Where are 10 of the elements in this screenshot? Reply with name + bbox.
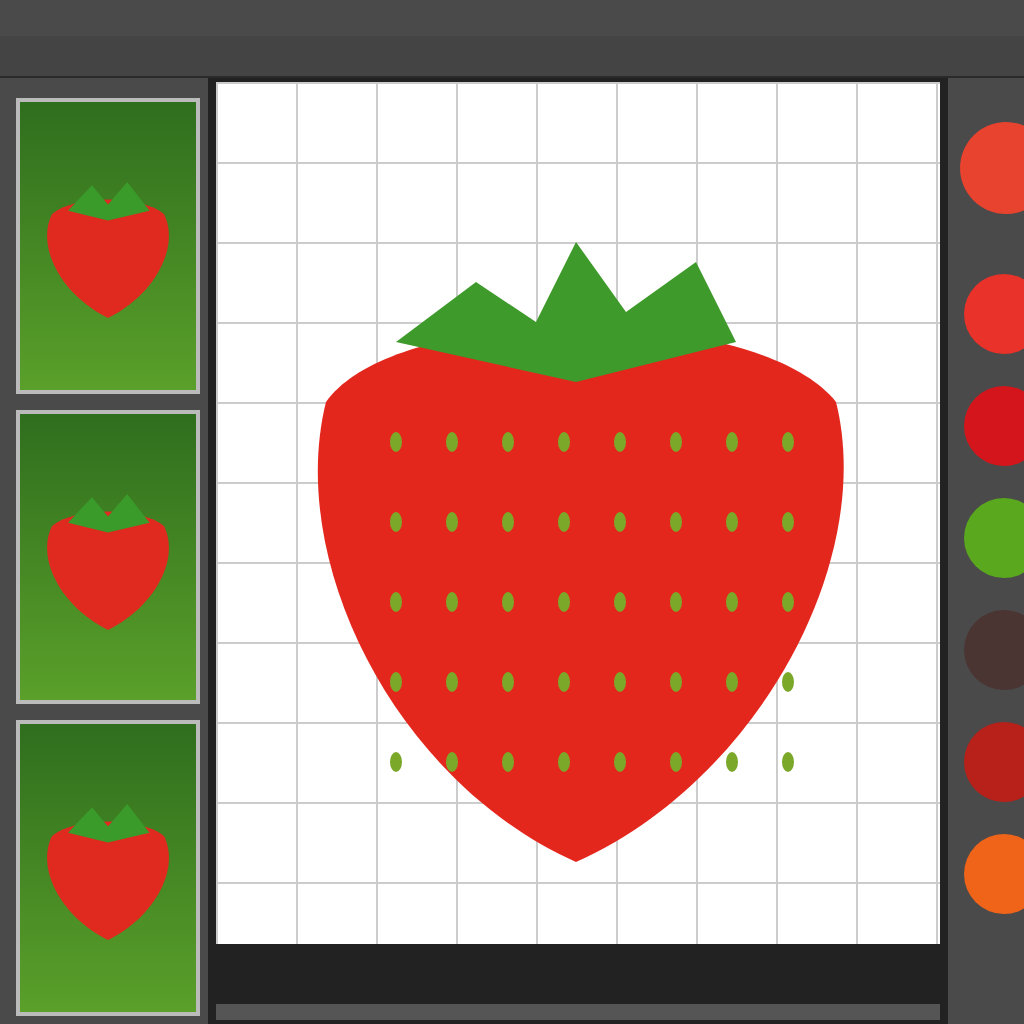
strawberry-thumbnail[interactable] <box>16 720 200 1017</box>
color-swatch[interactable] <box>964 498 1024 578</box>
color-swatch[interactable] <box>964 722 1024 802</box>
color-swatch[interactable] <box>964 386 1024 466</box>
color-swatch[interactable] <box>964 834 1024 914</box>
horizontal-scrollbar[interactable] <box>216 1004 940 1020</box>
strawberry-thumbnail[interactable] <box>16 409 200 705</box>
color-swatch[interactable] <box>964 610 1024 690</box>
strawberry-thumbnail[interactable] <box>16 98 200 394</box>
color-swatch[interactable] <box>964 274 1024 354</box>
